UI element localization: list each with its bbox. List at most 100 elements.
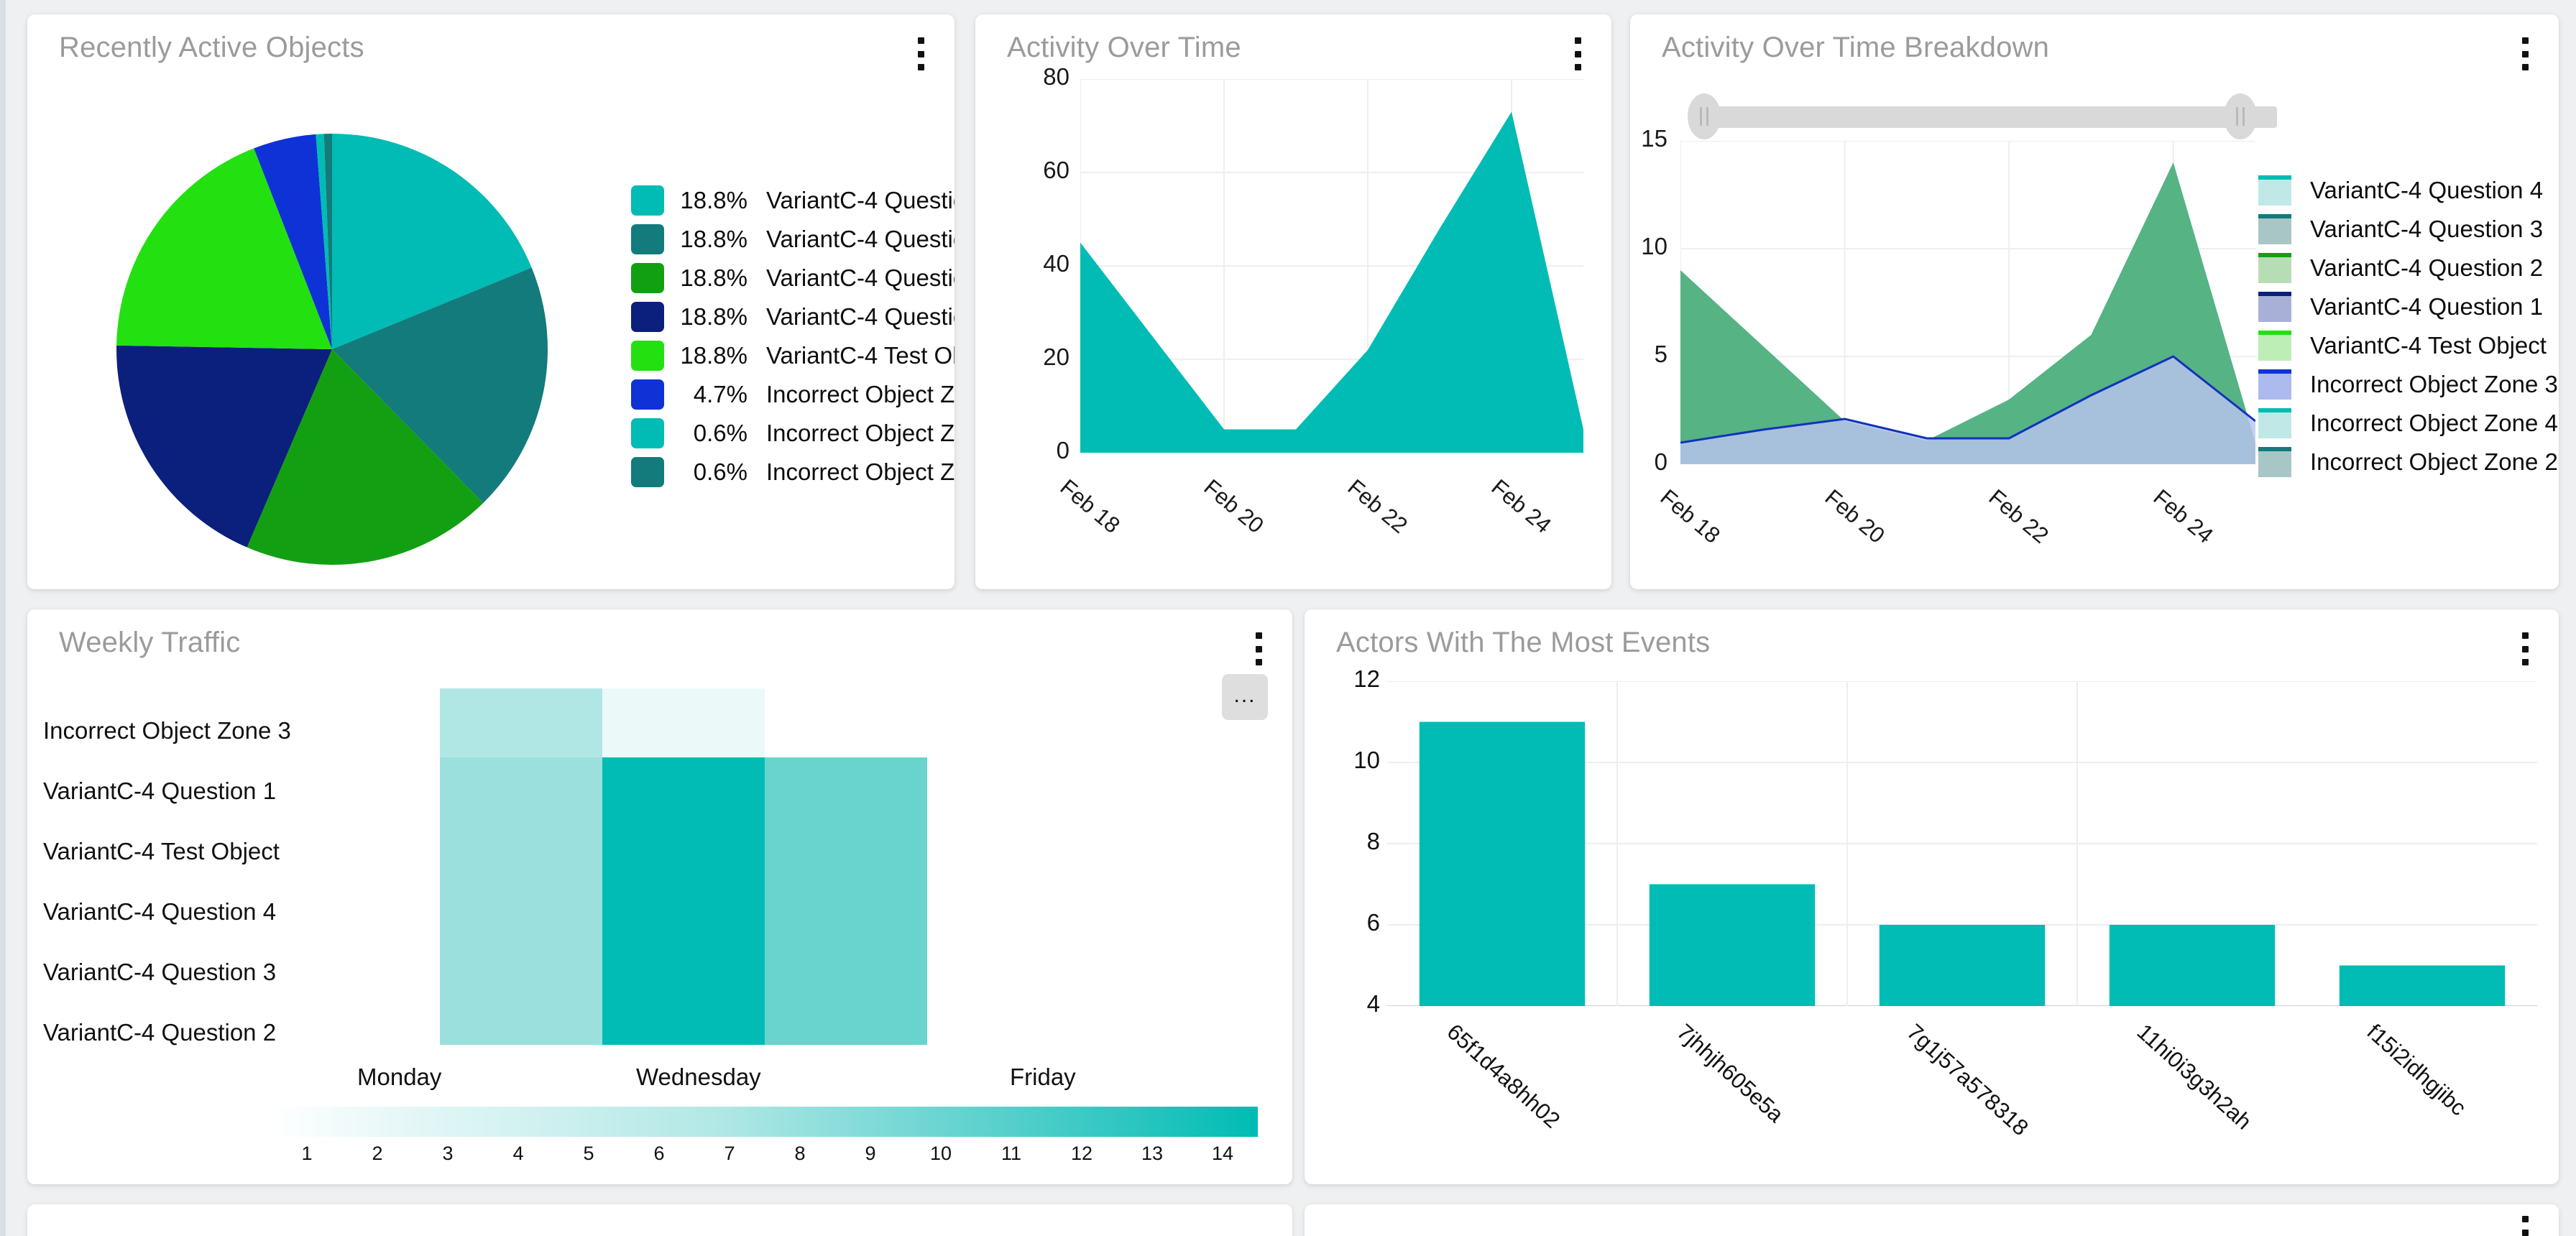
- actors-bar[interactable]: [1419, 721, 1586, 1007]
- actors-y-tick: 4: [1366, 990, 1380, 1017]
- kebab-menu-icon[interactable]: [1568, 37, 1587, 70]
- range-slider-track[interactable]: [1709, 106, 2277, 128]
- page-title-actors: Actors With The Most Events: [1336, 627, 1711, 658]
- breakdown-plot: [1680, 141, 2255, 464]
- breakdown-legend-swatch: [2258, 175, 2291, 206]
- actors-bar-plot: [1387, 681, 2537, 1006]
- breakdown-legend-item[interactable]: VariantC-4 Question 1: [2258, 287, 2558, 326]
- activity-area-svg: [1080, 79, 1583, 453]
- breakdown-legend-item[interactable]: Incorrect Object Zone 2: [2258, 443, 2558, 481]
- pie-legend-label: VariantC-4 Test Obj...: [766, 342, 954, 369]
- weekly-colorbar-tick: 12: [1070, 1143, 1093, 1164]
- actors-bar[interactable]: [2109, 925, 2276, 1006]
- breakdown-legend-swatch: [2258, 292, 2291, 322]
- breakdown-legend-swatch: [2258, 369, 2291, 400]
- weekly-heatmap-cell[interactable]: [440, 757, 602, 1045]
- breakdown-legend-item[interactable]: Incorrect Object Zone 4: [2258, 404, 2558, 443]
- page-title-breakdown: Activity Over Time Breakdown: [1662, 32, 2050, 63]
- breakdown-legend-swatch: [2258, 408, 2291, 438]
- breakdown-legend-label: VariantC-4 Test Object: [2310, 332, 2547, 359]
- breakdown-area-svg: [1680, 141, 2255, 464]
- pie-legend-item[interactable]: 18.8% VariantC-4 Questio...: [631, 181, 954, 220]
- weekly-heatmap-cell[interactable]: [765, 757, 927, 1045]
- breakdown-legend-item[interactable]: VariantC-4 Question 4: [2258, 171, 2558, 210]
- weekly-colorbar-tick: 11: [1000, 1143, 1022, 1164]
- pie-legend-item[interactable]: 18.8% VariantC-4 Test Obj...: [631, 336, 954, 375]
- actors-bar[interactable]: [1649, 884, 1816, 1007]
- pie-legend-percent: 0.6%: [693, 420, 748, 446]
- weekly-colorbar-tick: 13: [1141, 1143, 1164, 1164]
- activity-area: [1080, 111, 1583, 453]
- weekly-colorbar-ticks: 1 2 3 4 5 6 7 8 9 10 11 12 13 14: [272, 1143, 1258, 1171]
- pie-legend-label: VariantC-4 Questio...: [766, 303, 954, 330]
- kebab-menu-icon[interactable]: [2516, 632, 2534, 665]
- breakdown-legend-swatch: [2258, 447, 2291, 477]
- pie-legend-swatch: [631, 418, 664, 448]
- pie-legend-item[interactable]: 18.8% VariantC-4 Questio...: [631, 259, 954, 298]
- pie-legend-item[interactable]: 0.6% Incorrect Object Zo...: [631, 414, 954, 453]
- weekly-colorbar-tick: 4: [512, 1143, 524, 1164]
- breakdown-legend-label: VariantC-4 Question 4: [2310, 177, 2544, 203]
- pie-legend-item[interactable]: 18.8% VariantC-4 Questio...: [631, 298, 954, 336]
- slider-handle-right[interactable]: [2224, 93, 2257, 139]
- pie-legend-percent: 18.8%: [680, 226, 748, 252]
- pie-legend-percent: 18.8%: [680, 187, 748, 213]
- pie-legend-label: VariantC-4 Questio...: [766, 226, 954, 252]
- breakdown-legend-label: VariantC-4 Question 1: [2310, 293, 2544, 320]
- pie-legend-item[interactable]: 0.6% Incorrect Object Zo...: [631, 453, 954, 492]
- breakdown-legend-item[interactable]: VariantC-4 Test Object: [2258, 326, 2558, 365]
- pie-legend-percent: 4.7%: [693, 381, 748, 407]
- actors-y-tick: 12: [1353, 665, 1380, 692]
- pie-legend-percent: 0.6%: [693, 458, 748, 485]
- weekly-colorbar-tick: 9: [865, 1143, 876, 1164]
- activity-y-tick: 20: [1043, 343, 1070, 370]
- pie-legend-label: VariantC-4 Questio...: [766, 187, 954, 213]
- weekly-colorbar-tick: 5: [583, 1143, 594, 1164]
- breakdown-y-tick: 10: [1641, 233, 1668, 259]
- kebab-menu-icon[interactable]: [2516, 1216, 2534, 1236]
- weekly-colorbar-tick: 6: [653, 1143, 665, 1164]
- page-title-pie: Recently Active Objects: [59, 32, 364, 63]
- kebab-menu-icon[interactable]: [911, 37, 930, 70]
- actors-bar-svg: [1387, 681, 2537, 1006]
- weekly-colorbar-tick: 2: [372, 1143, 383, 1164]
- breakdown-legend-swatch: [2258, 214, 2291, 244]
- weekly-options-button[interactable]: ...: [1222, 674, 1268, 720]
- weekly-x-tick: Wednesday: [636, 1064, 761, 1090]
- weekly-row-labels: Incorrect Object Zone 3 VariantC-4 Questi…: [43, 701, 291, 1063]
- pie-legend-label: VariantC-4 Questio...: [766, 264, 954, 291]
- weekly-colorbar-tick: 10: [929, 1143, 952, 1164]
- breakdown-legend-item[interactable]: Incorrect Object Zone 3: [2258, 365, 2558, 404]
- page-title-weekly: Weekly Traffic: [59, 627, 241, 658]
- breakdown-legend-item[interactable]: VariantC-4 Question 2: [2258, 249, 2558, 287]
- actors-bar[interactable]: [1879, 925, 2046, 1006]
- pie-legend-swatch: [631, 379, 664, 410]
- breakdown-legend-label: Incorrect Object Zone 3: [2310, 371, 2558, 397]
- breakdown-y-tick: 0: [1654, 448, 1668, 475]
- pie-legend-label: Incorrect Object Zo...: [766, 420, 954, 446]
- pie-legend-swatch: [631, 341, 664, 371]
- panel-bottom-right: [1305, 1204, 2559, 1236]
- weekly-row-label: VariantC-4 Question 3: [43, 959, 277, 985]
- activity-y-tick: 60: [1043, 157, 1070, 183]
- activity-y-tick: 40: [1043, 250, 1070, 277]
- panel-recently-active-objects: Recently Active Objects 18.8% VariantC-4 …: [27, 14, 954, 589]
- breakdown-legend-swatch: [2258, 253, 2291, 283]
- kebab-menu-icon[interactable]: [2516, 37, 2534, 70]
- kebab-menu-icon[interactable]: [1249, 632, 1268, 665]
- slider-handle-left[interactable]: [1688, 93, 1721, 139]
- pie-legend-item[interactable]: 18.8% VariantC-4 Questio...: [631, 220, 954, 259]
- weekly-heatmap-cell[interactable]: [602, 757, 765, 1045]
- pie-legend-swatch: [631, 224, 664, 254]
- pie-legend-swatch: [631, 185, 664, 216]
- weekly-heatmap-cell[interactable]: [602, 688, 765, 757]
- weekly-row-label: VariantC-4 Question 4: [43, 898, 277, 925]
- weekly-colorbar: [272, 1107, 1258, 1137]
- weekly-heatmap-cell[interactable]: [440, 688, 602, 757]
- left-rail: [0, 0, 6, 1236]
- pie-legend-percent: 18.8%: [680, 303, 748, 330]
- breakdown-legend-item[interactable]: VariantC-4 Question 3: [2258, 210, 2558, 249]
- actors-bar[interactable]: [2339, 965, 2506, 1007]
- pie-legend-item[interactable]: 4.7% Incorrect Object Zo...: [631, 375, 954, 414]
- breakdown-legend-swatch: [2258, 331, 2291, 361]
